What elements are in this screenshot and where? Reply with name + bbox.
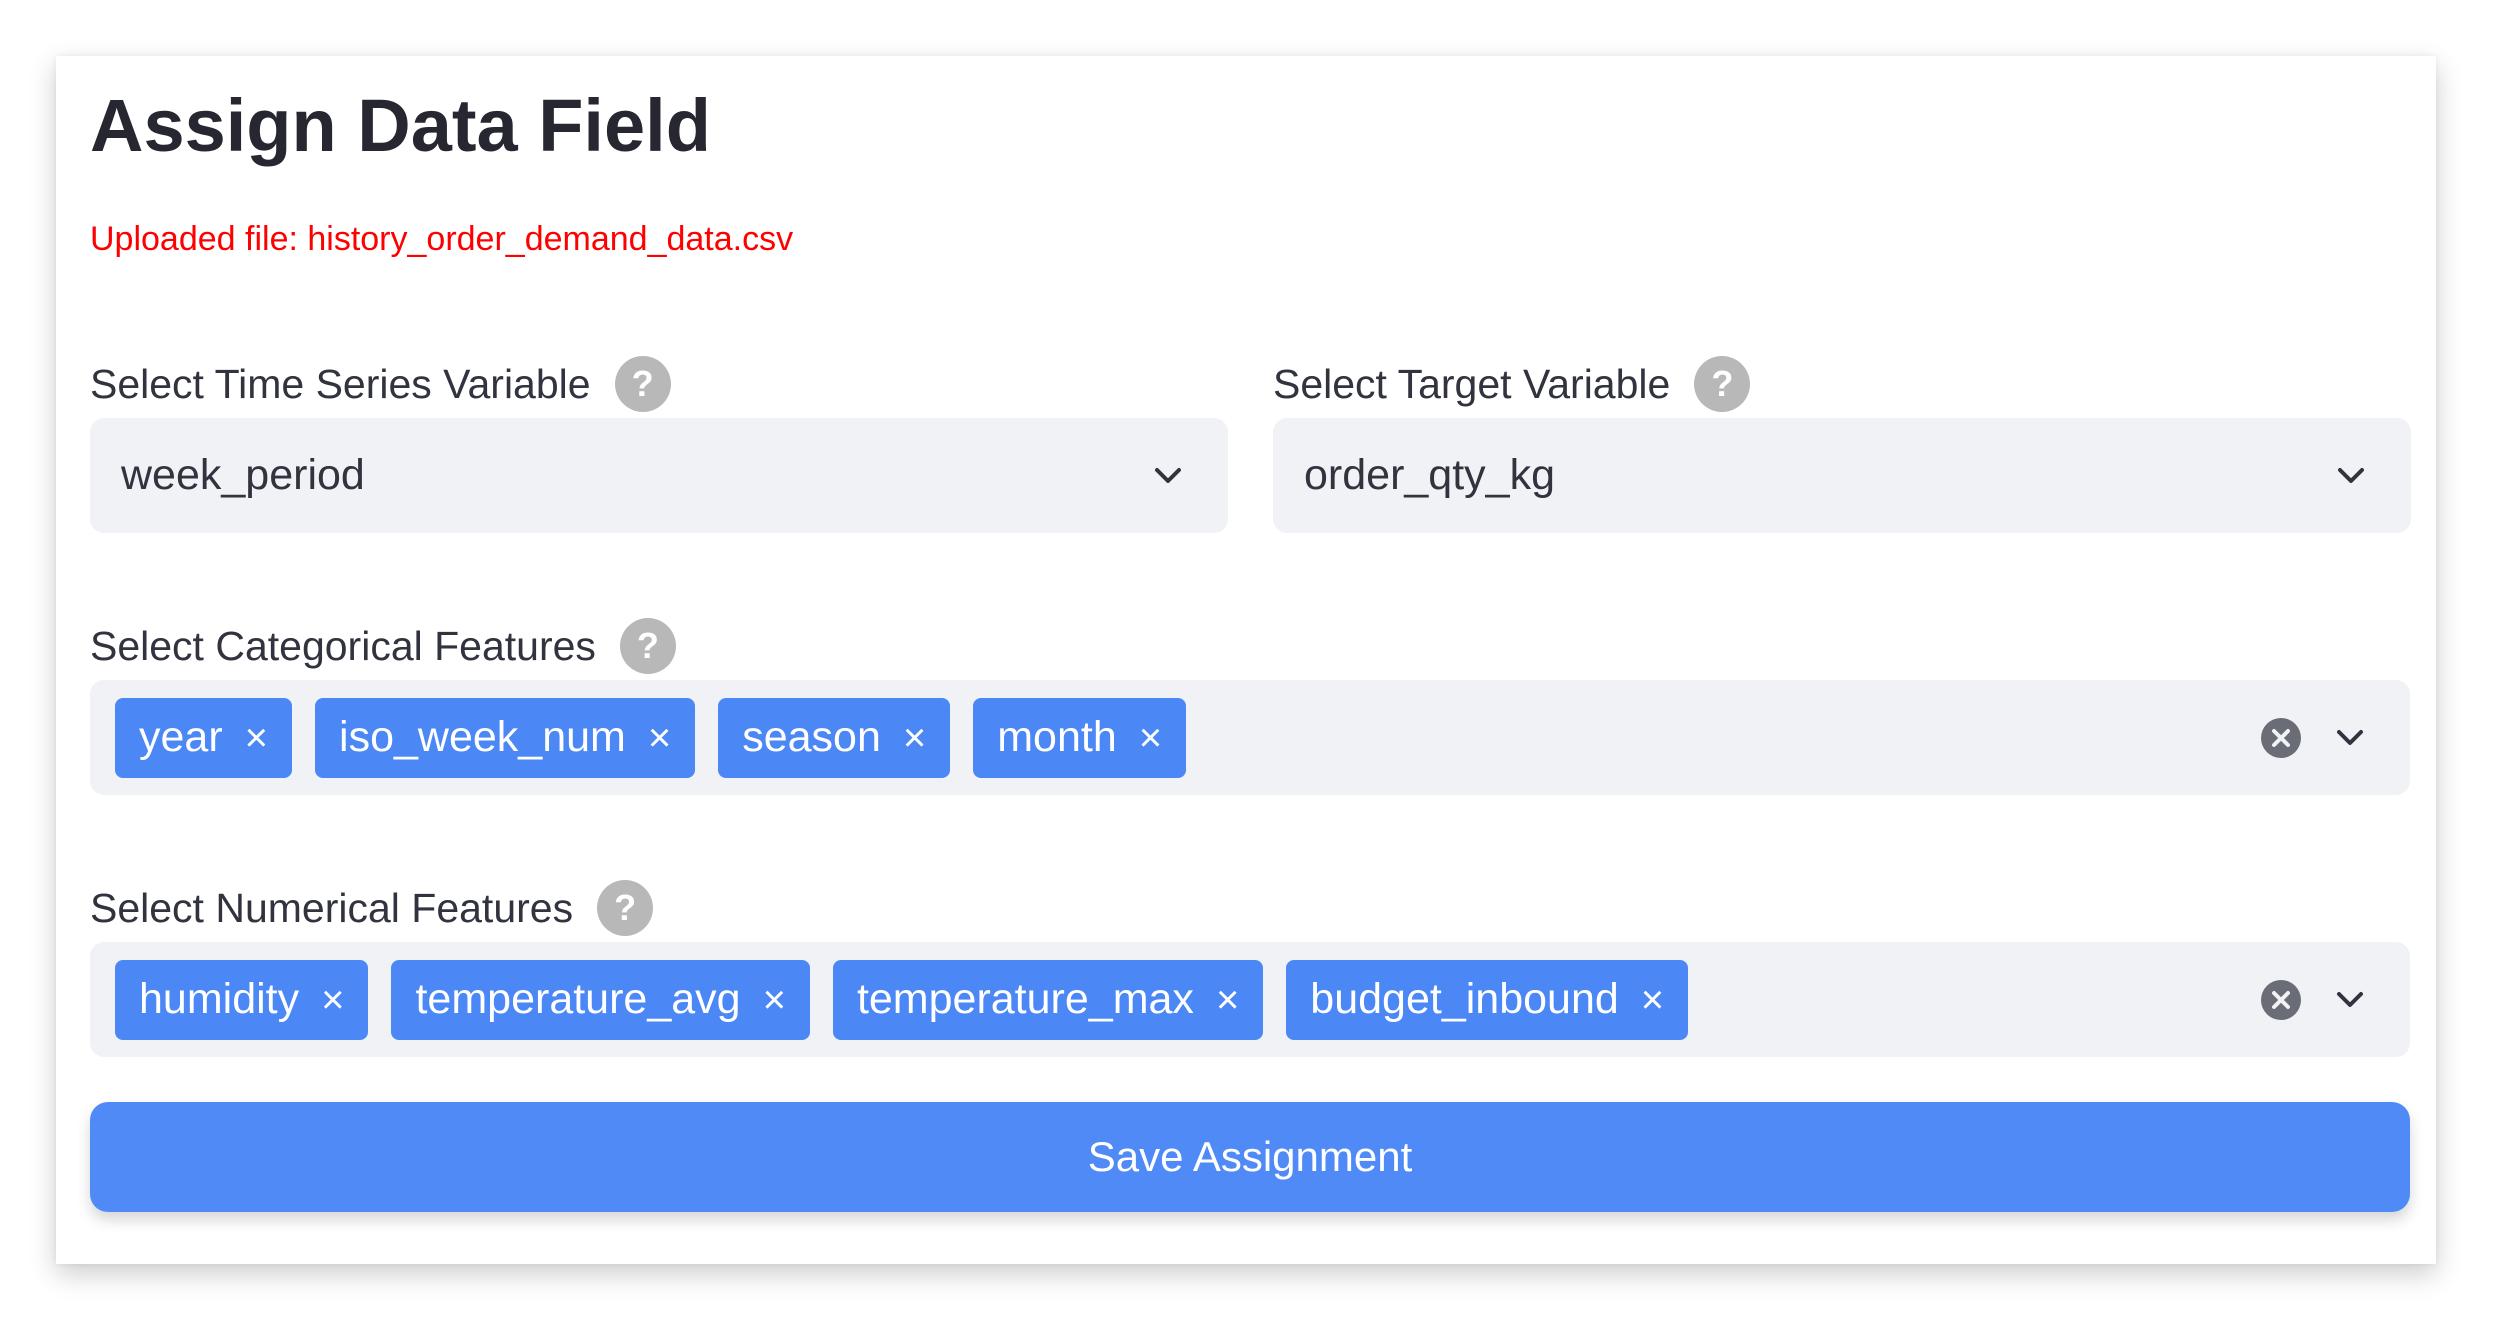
- tag-label: temperature_avg: [415, 975, 741, 1023]
- numerical-label-row: Select Numerical Features ?: [90, 878, 654, 938]
- tag-temperature-avg: temperature_avg ×: [391, 959, 810, 1040]
- clear-all-icon[interactable]: [2260, 717, 2302, 759]
- chevron-down-icon[interactable]: [2330, 718, 2370, 758]
- target-label-row: Select Target Variable ?: [1273, 354, 1751, 414]
- chevron-down-icon[interactable]: [2331, 456, 2371, 496]
- clear-all-icon[interactable]: [2260, 979, 2302, 1021]
- numerical-tag-list: humidity × temperature_avg × temperature…: [115, 959, 2260, 1040]
- tag-label: year: [139, 713, 223, 761]
- help-icon[interactable]: ?: [619, 618, 676, 674]
- close-icon[interactable]: ×: [1641, 980, 1664, 1020]
- close-icon[interactable]: ×: [321, 980, 344, 1020]
- tag-humidity: humidity ×: [115, 959, 369, 1040]
- save-assignment-button[interactable]: Save Assignment: [90, 1102, 2410, 1212]
- help-icon[interactable]: ?: [614, 356, 671, 412]
- tag-label: season: [742, 713, 881, 761]
- tag-iso-week-num: iso_week_num ×: [315, 697, 696, 778]
- tag-season: season ×: [718, 697, 951, 778]
- target-select[interactable]: order_qty_kg: [1273, 418, 2411, 533]
- numerical-multiselect[interactable]: humidity × temperature_avg × temperature…: [90, 942, 2410, 1057]
- tag-month: month ×: [973, 697, 1187, 778]
- assign-data-field-card: Assign Data Field Uploaded file: history…: [56, 56, 2436, 1264]
- tag-label: budget_inbound: [1310, 975, 1619, 1023]
- categorical-tag-list: year × iso_week_num × season × month ×: [115, 697, 2260, 778]
- help-icon[interactable]: ?: [1694, 356, 1751, 412]
- tag-label: iso_week_num: [339, 713, 626, 761]
- tag-budget-inbound: budget_inbound ×: [1286, 959, 1689, 1040]
- time-series-selected-value: week_period: [121, 451, 365, 499]
- categorical-label: Select Categorical Features: [90, 622, 596, 669]
- categorical-multiselect[interactable]: year × iso_week_num × season × month ×: [90, 680, 2410, 795]
- time-series-select[interactable]: week_period: [90, 418, 1228, 533]
- chevron-down-icon[interactable]: [2330, 980, 2370, 1020]
- numerical-label: Select Numerical Features: [90, 884, 574, 931]
- time-series-label-row: Select Time Series Variable ?: [90, 354, 671, 414]
- close-icon[interactable]: ×: [1216, 980, 1239, 1020]
- target-label: Select Target Variable: [1273, 360, 1671, 407]
- tag-temperature-max: temperature_max ×: [832, 959, 1264, 1040]
- close-icon[interactable]: ×: [763, 980, 786, 1020]
- time-series-label: Select Time Series Variable: [90, 360, 591, 407]
- tag-label: month: [997, 713, 1117, 761]
- tag-year: year ×: [115, 697, 293, 778]
- close-icon[interactable]: ×: [245, 718, 268, 758]
- help-icon[interactable]: ?: [597, 880, 654, 936]
- page-title: Assign Data Field: [90, 84, 711, 167]
- uploaded-file-notice: Uploaded file: history_order_demand_data…: [90, 220, 794, 258]
- tag-label: temperature_max: [856, 975, 1194, 1023]
- categorical-label-row: Select Categorical Features ?: [90, 616, 676, 676]
- close-icon[interactable]: ×: [903, 718, 926, 758]
- close-icon[interactable]: ×: [1139, 718, 1162, 758]
- target-selected-value: order_qty_kg: [1304, 451, 1555, 499]
- close-icon[interactable]: ×: [648, 718, 671, 758]
- tag-label: humidity: [139, 975, 300, 1023]
- chevron-down-icon[interactable]: [1148, 456, 1188, 496]
